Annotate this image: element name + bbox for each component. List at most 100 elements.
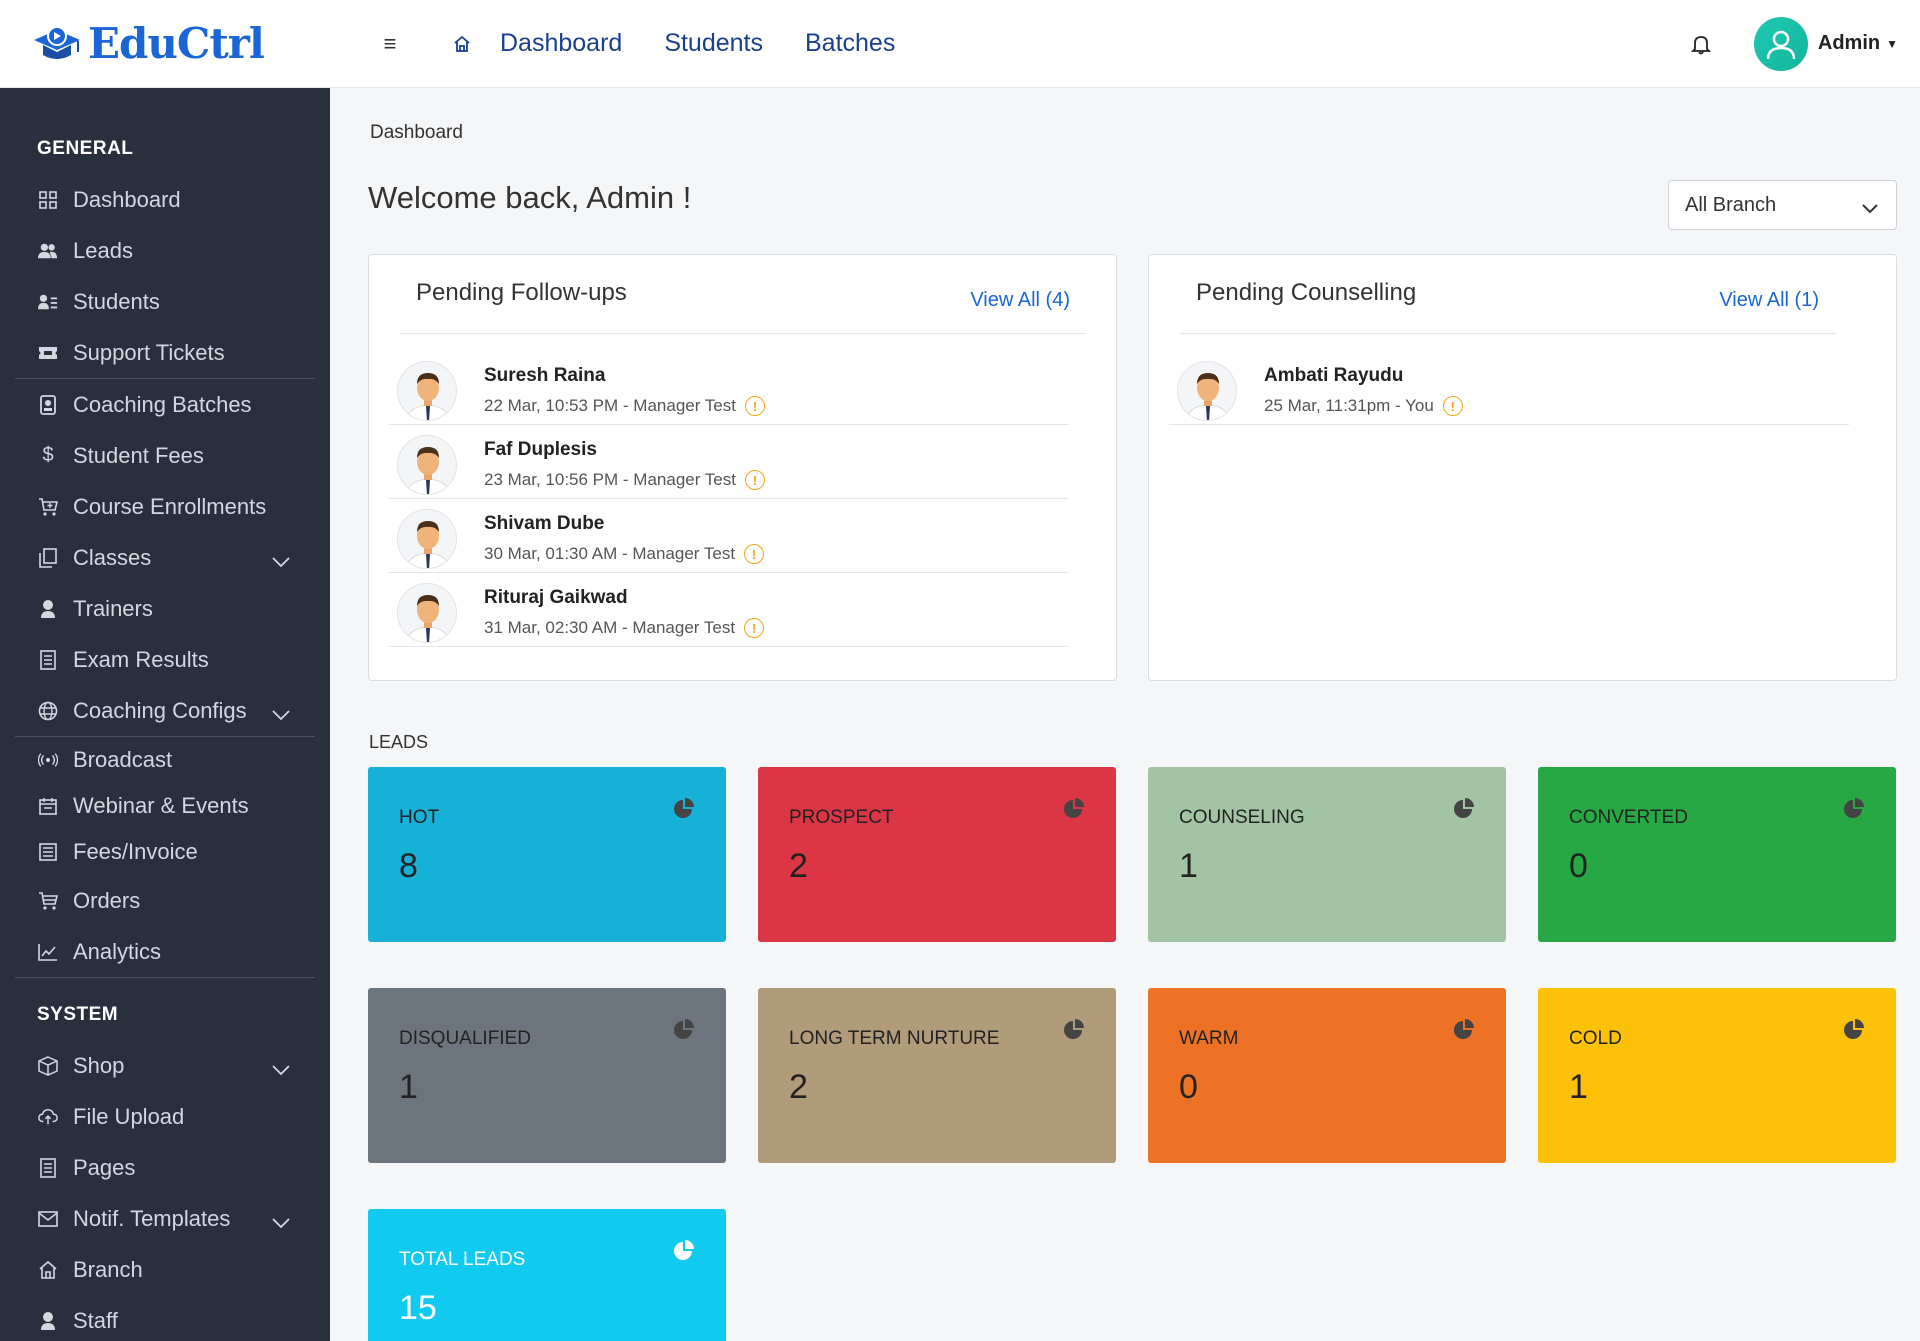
page-title: Welcome back, Admin !	[368, 180, 692, 215]
lead-tile-prospect[interactable]: PROSPECT 2	[758, 767, 1116, 942]
sidebar-item-label: Analytics	[73, 938, 162, 964]
sidebar-item-label: Notif. Templates	[73, 1205, 231, 1231]
avatar	[397, 435, 457, 495]
bell-icon[interactable]	[1690, 33, 1712, 55]
sidebar-item-notif-templates[interactable]: Notif. Templates	[0, 1193, 330, 1244]
list-item[interactable]: Ambati Rayudu 25 Mar, 11:31pm - You!	[1169, 351, 1849, 425]
list-item[interactable]: Faf Duplesis 23 Mar, 10:56 PM - Manager …	[389, 425, 1069, 499]
chevron-down-icon[interactable]	[272, 548, 290, 574]
sidebar-section-system: SYSTEM	[37, 1004, 119, 1025]
list-item[interactable]: Suresh Raina 22 Mar, 10:53 PM - Manager …	[389, 351, 1069, 425]
list-item[interactable]: Rituraj Gaikwad 31 Mar, 02:30 AM - Manag…	[389, 573, 1069, 647]
pending-followups-card: Pending Follow-ups View All (4) Suresh R…	[368, 254, 1117, 681]
building-icon	[38, 1260, 58, 1280]
calendar-icon	[38, 796, 58, 816]
topnav-dashboard-link[interactable]: Dashboard	[500, 29, 622, 58]
sidebar-item-branch[interactable]: Branch	[0, 1244, 330, 1295]
sidebar-item-leads[interactable]: Leads	[0, 225, 330, 276]
cart-plus-icon	[38, 497, 58, 517]
sidebar-item-fees-invoice[interactable]: Fees/Invoice	[0, 829, 330, 875]
avatar	[397, 361, 457, 421]
topnav-students-link[interactable]: Students	[664, 29, 763, 58]
user-avatar[interactable]	[1753, 16, 1808, 71]
card-title: Pending Follow-ups	[416, 279, 627, 306]
hamburger-menu-icon[interactable]: ≡	[378, 31, 402, 57]
pie-chart-icon	[1062, 1018, 1086, 1047]
grid-icon	[38, 190, 58, 210]
lead-tile-counseling[interactable]: COUNSELING 1	[1148, 767, 1506, 942]
cloud-upload-icon	[38, 1107, 58, 1127]
user-name-dropdown[interactable]: Admin	[1818, 32, 1880, 55]
sidebar-item-label: Branch	[73, 1256, 143, 1282]
sidebar-item-label: Orders	[73, 887, 141, 913]
chevron-down-icon[interactable]	[272, 1209, 290, 1235]
chevron-down-icon[interactable]	[272, 1056, 290, 1082]
lead-tile-converted[interactable]: CONVERTED 0	[1538, 767, 1896, 942]
user-icon	[1766, 30, 1796, 59]
sidebar-item-label: Broadcast	[73, 747, 173, 772]
pie-chart-icon	[1452, 1018, 1476, 1047]
sidebar-item-coaching-batches[interactable]: Coaching Batches	[0, 379, 330, 430]
warning-icon: !	[1442, 396, 1463, 416]
sidebar-item-support-tickets[interactable]: Support Tickets	[0, 327, 330, 378]
lead-tile-long-term-nurture[interactable]: LONG TERM NURTURE 2	[758, 988, 1116, 1163]
followup-meta-text: 30 Mar, 01:30 AM - Manager Test	[484, 544, 736, 563]
view-all-followups-link[interactable]: View All (4)	[970, 289, 1070, 312]
lead-tile-disqualified[interactable]: DISQUALIFIED 1	[368, 988, 726, 1163]
sidebar-item-dashboard[interactable]: Dashboard	[0, 174, 330, 225]
sidebar-item-broadcast[interactable]: Broadcast	[0, 737, 330, 783]
card-divider	[399, 333, 1086, 334]
lead-tile-cold[interactable]: COLD 1	[1538, 988, 1896, 1163]
sidebar-item-shop[interactable]: Shop	[0, 1040, 330, 1091]
top-nav: Dashboard Students Batches	[500, 29, 937, 58]
pie-chart-icon	[672, 1239, 696, 1268]
tile-label: HOT	[399, 807, 440, 828]
sidebar-item-course-enrollments[interactable]: Course Enrollments	[0, 481, 330, 532]
chevron-down-icon[interactable]	[272, 701, 290, 727]
sidebar-item-staff[interactable]: Staff	[0, 1295, 330, 1341]
sidebar-item-pages[interactable]: Pages	[0, 1142, 330, 1193]
tile-label: TOTAL LEADS	[399, 1249, 526, 1270]
lead-tile-hot[interactable]: HOT 8	[368, 767, 726, 942]
sidebar-item-student-fees[interactable]: $ Student Fees	[0, 430, 330, 481]
sidebar-item-classes[interactable]: Classes	[0, 532, 330, 583]
sidebar-item-orders[interactable]: Orders	[0, 875, 330, 926]
breadcrumb: Dashboard	[370, 122, 463, 143]
person-meta: 22 Mar, 10:53 PM - Manager Test!	[484, 396, 765, 416]
person-icon	[38, 1311, 58, 1331]
sidebar-item-file-upload[interactable]: File Upload	[0, 1091, 330, 1142]
person-name: Rituraj Gaikwad	[484, 587, 628, 608]
ticket-icon	[38, 343, 58, 363]
sidebar-item-label: Support Tickets	[73, 339, 225, 365]
tile-label: LONG TERM NURTURE	[789, 1028, 1000, 1049]
followup-meta-text: 23 Mar, 10:56 PM - Manager Test	[484, 470, 736, 489]
pie-chart-icon	[1062, 797, 1086, 826]
sidebar-item-students[interactable]: Students	[0, 276, 330, 327]
sidebar-item-trainers[interactable]: Trainers	[0, 583, 330, 634]
users-icon	[38, 241, 58, 261]
card-title: Pending Counselling	[1196, 279, 1417, 306]
broadcast-icon	[38, 750, 58, 770]
view-all-counselling-link[interactable]: View All (1)	[1719, 289, 1819, 312]
lead-tile-total-leads[interactable]: TOTAL LEADS 15	[368, 1209, 726, 1341]
sidebar: GENERAL Dashboard Leads Students Support…	[0, 88, 330, 1341]
globe-icon	[38, 701, 58, 721]
sidebar-item-exam-results[interactable]: Exam Results	[0, 634, 330, 685]
sidebar-item-analytics[interactable]: Analytics	[0, 926, 330, 977]
sidebar-item-coaching-configs[interactable]: Coaching Configs	[0, 685, 330, 736]
person-meta: 23 Mar, 10:56 PM - Manager Test!	[484, 470, 765, 490]
sidebar-item-label: Coaching Batches	[73, 391, 252, 417]
app-logo[interactable]: EduCtrl	[32, 19, 332, 68]
tile-label: COUNSELING	[1179, 807, 1305, 828]
lead-tile-warm[interactable]: WARM 0	[1148, 988, 1506, 1163]
sidebar-item-label: Trainers	[73, 595, 153, 621]
branch-select[interactable]: All Branch	[1668, 180, 1897, 230]
sidebar-item-label: Exam Results	[73, 646, 209, 672]
list-item[interactable]: Shivam Dube 30 Mar, 01:30 AM - Manager T…	[389, 499, 1069, 573]
topnav-batches-link[interactable]: Batches	[805, 29, 895, 58]
tile-value: 0	[1569, 847, 1588, 885]
caret-down-icon[interactable]: ▼	[1886, 37, 1898, 51]
home-icon[interactable]	[452, 34, 472, 54]
sidebar-item-webinar-events[interactable]: Webinar & Events	[0, 783, 330, 829]
warning-icon: !	[744, 544, 765, 564]
